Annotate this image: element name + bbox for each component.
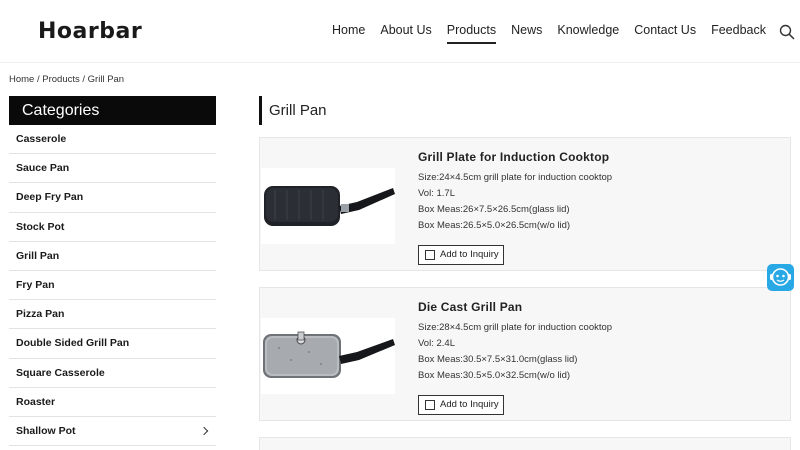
search-icon[interactable] <box>779 24 795 40</box>
category-sauce-pan[interactable]: Sauce Pan <box>9 154 216 184</box>
product-spec: Box Meas:30.5×7.5×31.0cm(glass lid) <box>418 354 578 365</box>
product-card: Die Cast Grill Pan Size:28×4.5cm grill p… <box>259 287 791 421</box>
category-fry-pan[interactable]: Fry Pan <box>9 271 216 301</box>
category-pizza-pan[interactable]: Pizza Pan <box>9 300 216 330</box>
breadcrumb[interactable]: Home / Products / Grill Pan <box>9 74 124 85</box>
product-spec: Vol: 2.4L <box>418 338 455 349</box>
category-square-casserole[interactable]: Square Casserole <box>9 359 216 388</box>
main-nav: Home About Us Products News Knowledge Co… <box>317 23 766 44</box>
product-info: Die Cast Grill Pan Size:28×4.5cm grill p… <box>418 300 612 384</box>
checkbox-icon <box>425 400 435 410</box>
chat-icon[interactable] <box>767 264 794 291</box>
add-to-inquiry-button[interactable]: Add to Inquiry <box>418 245 504 265</box>
grill-plate-image <box>264 186 395 226</box>
product-spec: Size:24×4.5cm grill plate for induction … <box>418 172 613 183</box>
category-shallow-pot[interactable]: Shallow Pot <box>9 417 216 447</box>
product-spec: Box Meas:26.5×5.0×26.5cm(w/o lid) <box>418 220 571 231</box>
add-to-inquiry-button[interactable]: Add to Inquiry <box>418 395 504 415</box>
chat-face-icon <box>770 268 791 286</box>
add-to-inquiry-label: Add to Inquiry <box>440 249 499 260</box>
product-spec: Box Meas:26×7.5×26.5cm(glass lid) <box>418 204 570 215</box>
category-list: Casserole Sauce Pan Deep Fry Pan Stock P… <box>9 125 216 447</box>
product-card <box>259 437 791 450</box>
nav-about-us[interactable]: About Us <box>380 23 431 37</box>
site-header: Hoarbar Home About Us Products News Know… <box>0 0 800 63</box>
product-name[interactable]: Die Cast Grill Pan <box>418 300 612 314</box>
nav-contact-us[interactable]: Contact Us <box>634 23 696 37</box>
grill-pan-image <box>263 331 395 378</box>
nav-products[interactable]: Products <box>446 23 497 44</box>
category-grill-pan[interactable]: Grill Pan <box>9 242 216 271</box>
category-double-sided-grill-pan[interactable]: Double Sided Grill Pan <box>9 329 216 359</box>
product-name[interactable]: Grill Plate for Induction Cooktop <box>418 150 612 164</box>
category-deep-fry-pan[interactable]: Deep Fry Pan <box>9 183 216 213</box>
add-to-inquiry-label: Add to Inquiry <box>440 399 499 410</box>
chevron-right-icon[interactable] <box>199 426 209 436</box>
category-casserole[interactable]: Casserole <box>9 125 216 155</box>
categories-heading: Categories <box>9 96 216 125</box>
checkbox-icon <box>425 250 435 260</box>
category-roaster[interactable]: Roaster <box>9 388 216 417</box>
logo[interactable]: Hoarbar <box>38 19 142 44</box>
product-card: Grill Plate for Induction Cooktop Size:2… <box>259 137 791 271</box>
nav-home[interactable]: Home <box>332 23 365 37</box>
page-title: Grill Pan <box>259 96 327 125</box>
nav-feedback[interactable]: Feedback <box>711 23 766 37</box>
product-spec: Vol: 1.7L <box>418 188 455 199</box>
product-image[interactable] <box>261 168 395 244</box>
category-shallow-pot-label: Shallow Pot <box>16 424 76 437</box>
nav-news[interactable]: News <box>511 23 542 37</box>
category-stock-pot[interactable]: Stock Pot <box>9 213 216 242</box>
nav-knowledge[interactable]: Knowledge <box>557 23 619 37</box>
product-spec: Size:28×4.5cm grill plate for induction … <box>418 322 613 333</box>
product-image[interactable] <box>261 318 395 394</box>
product-spec: Box Meas:30.5×5.0×32.5cm(w/o lid) <box>418 370 571 381</box>
product-info: Grill Plate for Induction Cooktop Size:2… <box>418 150 612 234</box>
